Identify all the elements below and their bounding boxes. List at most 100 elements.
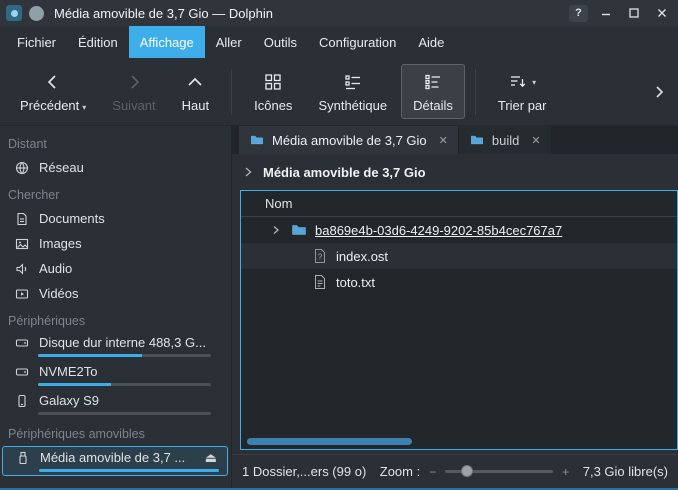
breadcrumb-location[interactable]: Média amovible de 3,7 Gio <box>263 165 426 180</box>
file-row-toto-txt[interactable]: toto.txt <box>241 269 677 295</box>
compact-view-button[interactable]: Synthétique <box>306 64 399 119</box>
file-row-folder[interactable]: ba869e4b-03d6-4249-9202-85b4cec767a7 <box>241 217 677 243</box>
sort-by-label: Trier par <box>498 99 547 112</box>
file-row-index-ost[interactable]: ? index.ost <box>241 243 677 269</box>
selection-summary: 1 Dossier,...ers (99 o) <box>242 464 366 479</box>
tab-label: build <box>492 133 519 148</box>
column-header-nom[interactable]: Nom <box>241 191 677 217</box>
dolphin-window: Média amovible de 3,7 Gio — Dolphin ? Fi… <box>0 0 678 490</box>
app-icon <box>6 5 22 21</box>
menu-affichage[interactable]: Affichage <box>129 26 205 58</box>
section-header-amovibles: Périphériques amovibles <box>0 419 231 445</box>
text-file-icon <box>312 274 328 290</box>
sort-by-button[interactable]: ▾ Trier par <box>486 64 559 119</box>
statusbar: 1 Dossier,...ers (99 o) Zoom : − + 7,3 G… <box>232 454 678 488</box>
close-button[interactable] <box>651 4 672 22</box>
toolbar: Précédent▾ Suivant Haut Icônes Synthéti <box>0 58 678 126</box>
capacity-bar <box>38 412 211 415</box>
zoom-label: Zoom : <box>380 464 420 479</box>
free-space-text: 7,3 Gio libre(s) <box>583 464 668 479</box>
menu-aide[interactable]: Aide <box>407 26 455 58</box>
icons-view-button[interactable]: Icônes <box>242 64 304 119</box>
compact-view-label: Synthétique <box>318 99 387 112</box>
zoom-in-icon[interactable]: + <box>562 465 569 479</box>
icons-view-icon <box>263 71 283 93</box>
sidebar-item-reseau[interactable]: Réseau <box>0 155 231 180</box>
content-area: Distant Réseau Chercher Documents Images <box>0 126 678 488</box>
back-button[interactable]: Précédent▾ <box>8 64 98 119</box>
forward-label: Suivant <box>112 99 155 112</box>
sidebar-item-media-amovible[interactable]: Média amovible de 3,7 ... ⏏ <box>2 446 228 476</box>
svg-text:?: ? <box>318 253 323 262</box>
sidebar-item-label: Vidéos <box>39 286 79 301</box>
documents-icon <box>14 211 30 227</box>
compact-view-icon <box>343 71 363 93</box>
tab-close-icon[interactable]: ✕ <box>531 134 540 147</box>
sidebar-item-galaxy-s9[interactable]: Galaxy S9 <box>0 390 231 415</box>
minimize-button[interactable] <box>595 4 616 22</box>
section-header-chercher: Chercher <box>0 180 231 206</box>
section-header-peripheriques: Périphériques <box>0 306 231 332</box>
forward-button[interactable]: Suivant <box>100 64 167 119</box>
network-icon <box>14 160 30 176</box>
sidebar-item-documents[interactable]: Documents <box>0 206 231 231</box>
menu-outils[interactable]: Outils <box>253 26 308 58</box>
details-view-label: Détails <box>413 99 453 112</box>
file-name: ba869e4b-03d6-4249-9202-85b4cec767a7 <box>315 223 562 238</box>
window-title: Média amovible de 3,7 Gio — Dolphin <box>54 6 273 21</box>
zoom-control: Zoom : − + <box>380 464 570 479</box>
unknown-file-icon: ? <box>312 248 328 264</box>
hard-drive-icon <box>14 364 30 380</box>
toolbar-overflow-button[interactable] <box>650 83 670 101</box>
sidebar-item-label: Images <box>39 236 82 251</box>
hard-drive-icon <box>14 335 30 351</box>
videos-icon <box>14 286 30 302</box>
eject-icon[interactable]: ⏏ <box>205 451 219 464</box>
places-panel: Distant Réseau Chercher Documents Images <box>0 126 232 488</box>
device-icon <box>29 6 44 21</box>
titlebar: Média amovible de 3,7 Gio — Dolphin ? <box>0 0 678 26</box>
zoom-slider-handle[interactable] <box>461 465 473 477</box>
sidebar-item-videos[interactable]: Vidéos <box>0 281 231 306</box>
maximize-button[interactable] <box>623 4 644 22</box>
menu-fichier[interactable]: Fichier <box>6 26 67 58</box>
capacity-bar <box>38 383 211 386</box>
details-view-button[interactable]: Détails <box>401 64 465 119</box>
folder-icon <box>249 132 265 148</box>
sidebar-item-label: NVME2To <box>39 364 98 379</box>
up-label: Haut <box>182 99 209 112</box>
details-view-icon <box>423 71 443 93</box>
help-button[interactable]: ? <box>569 5 588 22</box>
tab-close-icon[interactable]: ✕ <box>439 134 448 147</box>
folder-icon <box>469 132 485 148</box>
file-name: toto.txt <box>336 275 375 290</box>
chevron-right-icon <box>124 71 144 93</box>
zoom-out-icon[interactable]: − <box>429 465 436 479</box>
phone-icon <box>14 393 30 409</box>
sidebar-item-audio[interactable]: Audio <box>0 256 231 281</box>
capacity-bar <box>38 354 211 357</box>
file-name: index.ost <box>336 249 388 264</box>
tab-build[interactable]: build ✕ <box>459 126 551 154</box>
menu-edition[interactable]: Édition <box>67 26 129 58</box>
sidebar-item-images[interactable]: Images <box>0 231 231 256</box>
menu-configuration[interactable]: Configuration <box>308 26 407 58</box>
expander-chevron-icon[interactable] <box>271 225 283 235</box>
tab-label: Média amovible de 3,7 Gio <box>272 133 427 148</box>
tab-media-amovible[interactable]: Média amovible de 3,7 Gio ✕ <box>239 126 458 154</box>
section-header-distant: Distant <box>0 129 231 155</box>
breadcrumb: Média amovible de 3,7 Gio <box>232 154 678 190</box>
toolbar-separator <box>231 69 232 115</box>
horizontal-scrollbar-thumb[interactable] <box>247 438 412 445</box>
zoom-slider-track[interactable] <box>445 470 553 473</box>
folder-icon <box>291 222 307 238</box>
menu-aller[interactable]: Aller <box>205 26 253 58</box>
sort-icon <box>508 72 528 92</box>
usb-drive-icon <box>15 450 31 466</box>
sidebar-item-disque-dur[interactable]: Disque dur interne 488,3 G... <box>0 332 231 357</box>
sidebar-item-nvme2to[interactable]: NVME2To <box>0 361 231 386</box>
sidebar-item-label: Disque dur interne 488,3 G... <box>39 335 206 350</box>
up-button[interactable]: Haut <box>170 64 221 119</box>
chevron-right-icon <box>241 165 255 179</box>
chevron-up-icon <box>185 71 205 93</box>
